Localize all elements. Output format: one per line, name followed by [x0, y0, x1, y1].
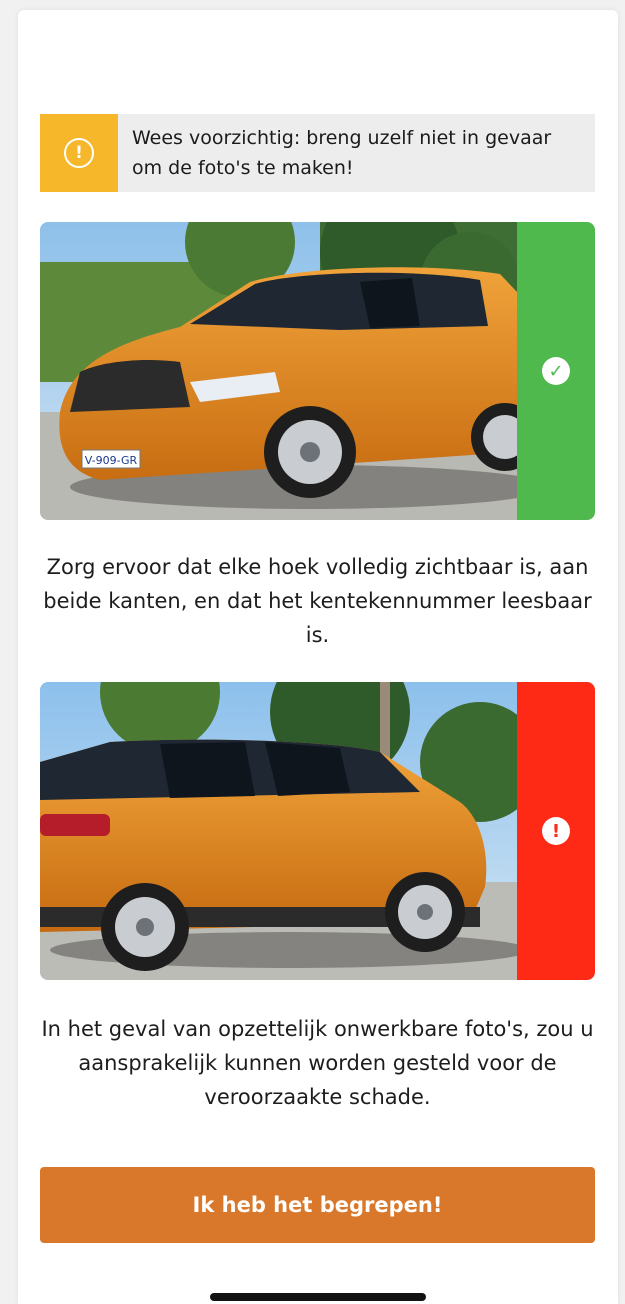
warning-text: Wees voorzichtig: breng uzelf niet in ge… — [132, 127, 552, 179]
bad-status-strip: ! — [517, 682, 595, 980]
warning-icon-box: ! — [40, 114, 118, 192]
warning-banner: ! Wees voorzichtig: breng uzelf niet in … — [40, 114, 595, 192]
good-example-photo: V-909-GR ✓ — [40, 222, 595, 520]
home-indicator[interactable] — [210, 1293, 426, 1301]
understood-button[interactable]: Ik heb het begrepen! — [40, 1167, 595, 1243]
good-status-strip: ✓ — [517, 222, 595, 520]
car-side-cropped-image — [40, 682, 517, 980]
car-front-three-quarter-image: V-909-GR — [40, 222, 517, 520]
warning-icon: ! — [64, 138, 94, 168]
svg-text:V-909-GR: V-909-GR — [85, 454, 138, 467]
bad-example-caption: In het geval van opzettelijk onwerkbare … — [41, 1017, 594, 1109]
instruction-card: ! Wees voorzichtig: breng uzelf niet in … — [18, 10, 618, 1304]
exclamation-icon: ! — [542, 817, 570, 845]
checkmark-icon: ✓ — [542, 357, 570, 385]
good-example-caption: Zorg ervoor dat elke hoek volledig zicht… — [43, 555, 592, 647]
bad-example-photo: ! — [40, 682, 595, 980]
